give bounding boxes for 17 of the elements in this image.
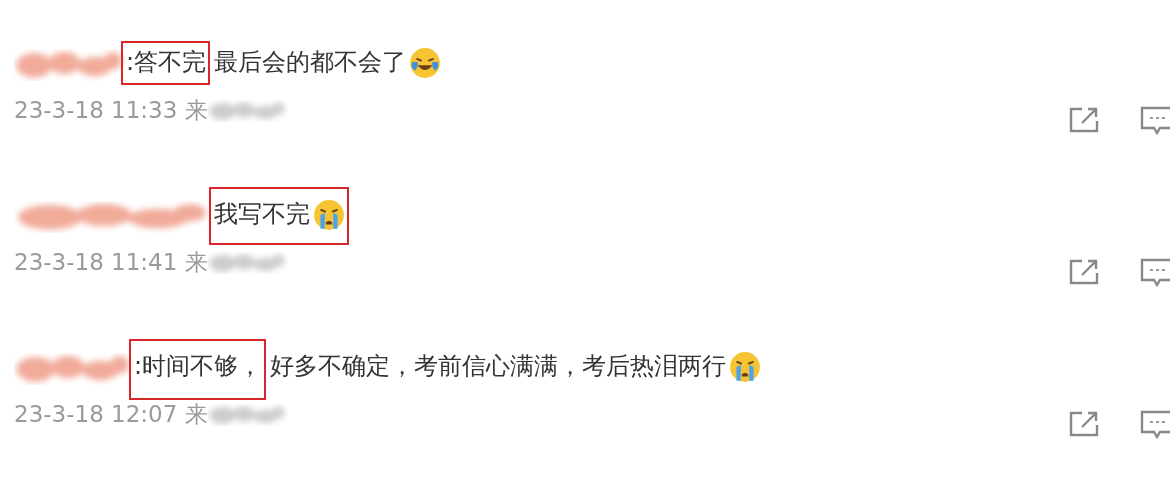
share-icon[interactable] (1068, 258, 1100, 286)
comment-text: 最后会的都不会了 (214, 49, 407, 77)
comment-text: 我写不完 (214, 201, 310, 229)
comment-text: 好多不确定，考前信心满满，考后热泪两行 (270, 353, 727, 381)
share-icon[interactable] (1068, 106, 1100, 134)
source-label: 来 (185, 400, 209, 428)
comment-icon[interactable] (1140, 106, 1170, 136)
comment-time: 23-3-18 11:41 (14, 248, 178, 276)
source-label: 来 (185, 248, 209, 276)
share-icon[interactable] (1068, 410, 1100, 438)
comment-time: 23-3-18 12:07 (14, 400, 178, 428)
comment-icon[interactable] (1140, 410, 1170, 440)
comment-text: :时间不够， (134, 353, 263, 381)
comment-text: :答不完 (126, 49, 207, 77)
source-label: 来 (185, 96, 209, 124)
comment-time: 23-3-18 11:33 (14, 96, 178, 124)
comment-icon[interactable] (1140, 258, 1170, 288)
